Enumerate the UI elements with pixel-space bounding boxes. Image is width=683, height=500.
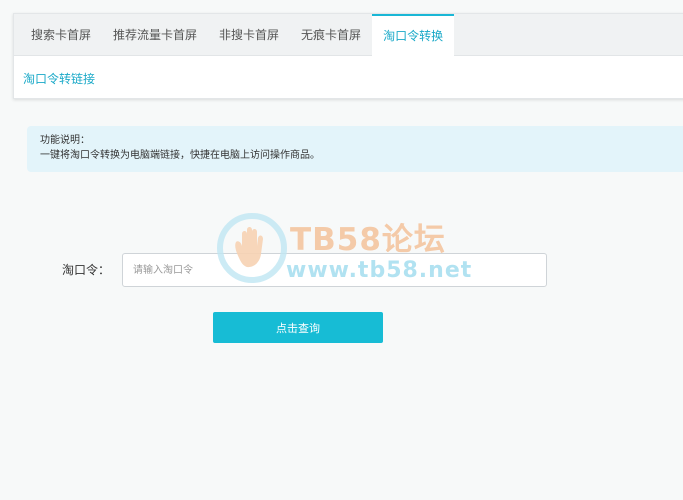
feature-notice: 功能说明： 一键将淘口令转换为电脑端链接，快捷在电脑上访问操作商品。	[27, 126, 683, 172]
tab-non-search-card[interactable]: 非搜卡首屏	[208, 14, 290, 56]
subtab-link-convert[interactable]: 淘口令转链接	[23, 70, 95, 87]
notice-title: 功能说明：	[40, 135, 90, 146]
tab-bar: 搜索卡首屏 推荐流量卡首屏 非搜卡首屏 无痕卡首屏 淘口令转换	[14, 14, 683, 57]
taokouling-label: 淘口令：	[62, 263, 111, 277]
notice-text: 一键将淘口令转换为电脑端链接，快捷在电脑上访问操作商品。	[40, 150, 320, 161]
tab-search-card[interactable]: 搜索卡首屏	[14, 14, 102, 56]
tab-recommend-card[interactable]: 推荐流量卡首屏	[102, 14, 208, 56]
taokouling-input[interactable]	[122, 253, 547, 287]
tab-taokouling-convert[interactable]: 淘口令转换	[372, 14, 455, 57]
tab-card: 搜索卡首屏 推荐流量卡首屏 非搜卡首屏 无痕卡首屏 淘口令转换 淘口令转链接	[13, 13, 683, 99]
query-button[interactable]: 点击查询	[213, 312, 383, 343]
tab-incognito-card[interactable]: 无痕卡首屏	[290, 14, 372, 56]
